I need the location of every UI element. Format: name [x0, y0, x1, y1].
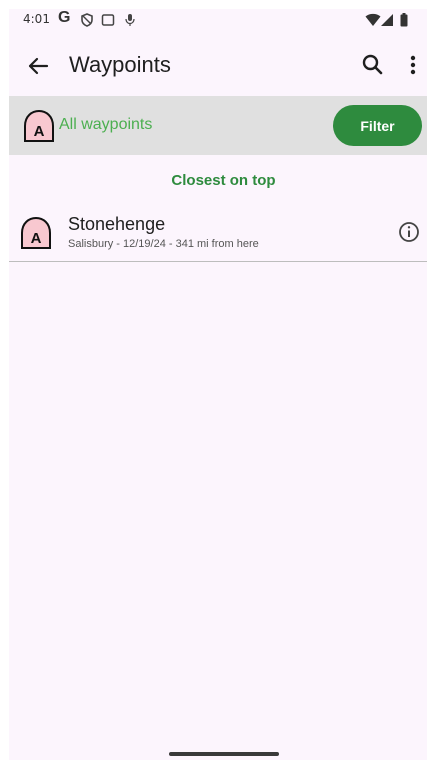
app-bar: Waypoints: [9, 39, 427, 95]
waypoint-marker-icon: A: [21, 216, 51, 249]
shield-icon: [81, 13, 93, 27]
search-icon[interactable]: [359, 51, 387, 79]
info-icon[interactable]: [397, 220, 421, 244]
marker-letter: A: [34, 123, 45, 140]
cell-signal-icon: [381, 14, 393, 26]
page-title: Waypoints: [69, 52, 171, 77]
filter-bar: A All waypoints Filter: [9, 96, 427, 155]
wifi-icon: [365, 13, 381, 26]
status-bar: 4:01 G: [9, 9, 427, 33]
sort-order-label[interactable]: Closest on top: [9, 172, 427, 189]
waypoint-name: Stonehenge: [68, 214, 166, 234]
filter-label[interactable]: All waypoints: [59, 116, 152, 134]
marker-letter: A: [31, 230, 42, 247]
app-screen: 4:01 G Waypoints A All waypoints Filter …: [9, 9, 427, 760]
home-indicator[interactable]: [169, 752, 279, 756]
battery-icon: [400, 13, 408, 27]
more-vert-icon[interactable]: [403, 51, 423, 79]
google-g-icon: G: [58, 9, 71, 26]
status-time: 4:01: [23, 12, 50, 26]
waypoint-details: Salisbury - 12/19/24 - 341 mi from here: [68, 238, 259, 250]
mic-icon: [125, 14, 135, 26]
arrow-left-icon[interactable]: [23, 51, 53, 81]
waypoint-marker-icon: A: [24, 109, 54, 142]
waypoint-row[interactable]: A Stonehenge Salisbury - 12/19/24 - 341 …: [9, 205, 427, 262]
screenshot-icon: [101, 14, 115, 26]
filter-button[interactable]: Filter: [333, 105, 422, 146]
